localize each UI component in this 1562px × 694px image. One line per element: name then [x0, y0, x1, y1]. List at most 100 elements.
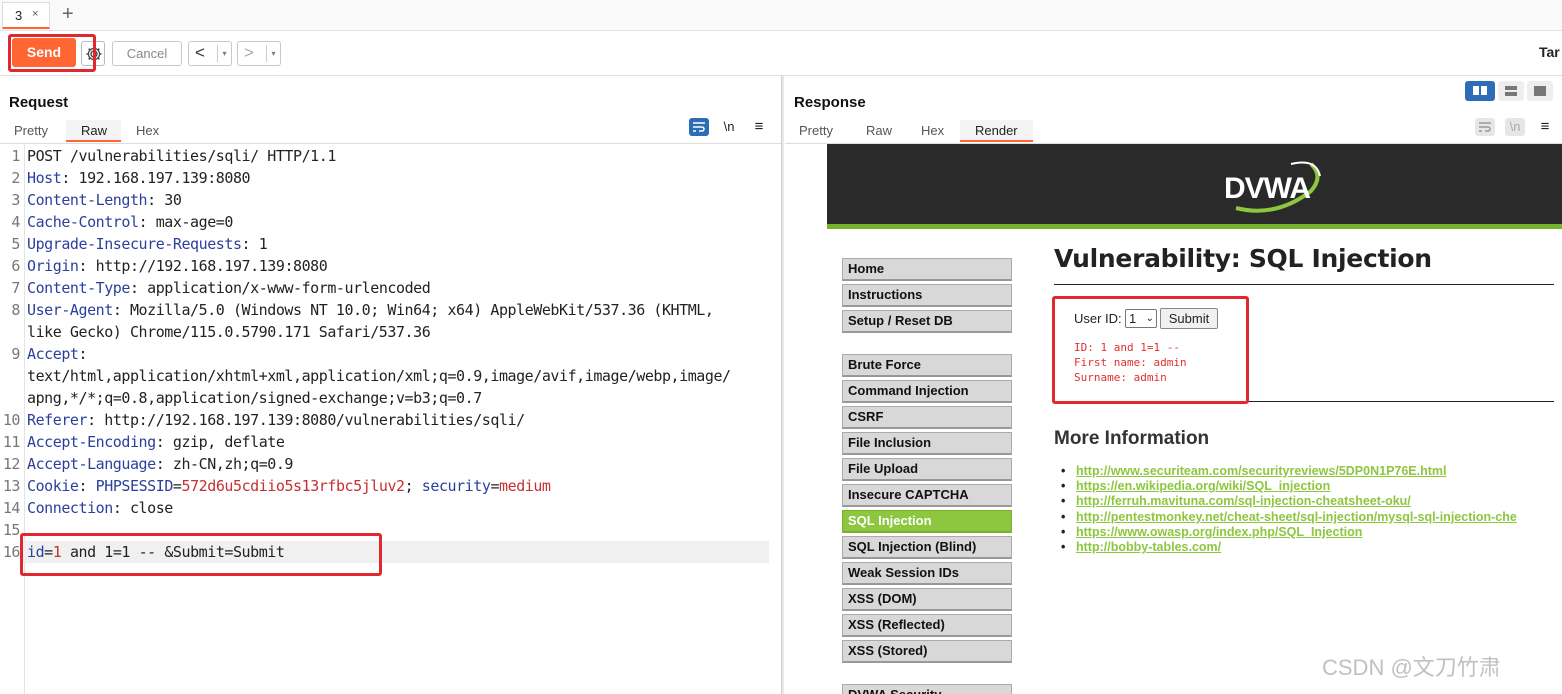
forward-arrow-icon: >	[244, 43, 254, 62]
code-token: :	[78, 477, 96, 495]
menu-item-dvwa-security[interactable]: DVWA Security	[842, 684, 1012, 694]
menu-item-command-injection[interactable]: Command Injection	[842, 380, 1012, 403]
code-token: Cache-Control	[27, 213, 139, 231]
code-line[interactable]: 15	[0, 519, 781, 541]
new-tab-button[interactable]: +	[62, 3, 74, 26]
submit-button[interactable]: Submit	[1160, 308, 1218, 329]
tab-3[interactable]: 3 ×	[2, 2, 50, 29]
code-token: POST /vulnerabilities/sqli/ HTTP/1.1	[27, 147, 336, 165]
dvwa-header: DVWA	[827, 144, 1562, 229]
menu-item-setup-reset-db[interactable]: Setup / Reset DB	[842, 310, 1012, 333]
menu-icon[interactable]: ≡	[749, 118, 769, 136]
menu-item-brute-force[interactable]: Brute Force	[842, 354, 1012, 377]
line-number: 15	[2, 521, 21, 539]
send-button[interactable]: Send	[12, 38, 76, 67]
tab-render[interactable]: Render	[960, 120, 1033, 142]
line-text: apng,*/*;q=0.8,application/signed-exchan…	[27, 387, 482, 409]
tab-pretty[interactable]: Pretty	[799, 120, 833, 142]
tab-raw[interactable]: Raw	[866, 120, 892, 142]
code-line[interactable]: 5 Upgrade-Insecure-Requests: 1	[0, 233, 781, 255]
code-token: =	[172, 477, 182, 495]
code-line[interactable]: 14 Connection: close	[0, 497, 781, 519]
menu-item-home[interactable]: Home	[842, 258, 1012, 281]
line-number: 5	[11, 235, 20, 253]
line-text: Origin: http://192.168.197.139:8080	[27, 255, 328, 277]
pane-divider[interactable]	[781, 76, 784, 694]
reference-link[interactable]: http://ferruh.mavituna.com/sql-injection…	[1061, 494, 1411, 508]
close-icon[interactable]: ×	[32, 8, 38, 20]
reference-link[interactable]: http://www.securiteam.com/securityreview…	[1061, 464, 1446, 478]
response-title: Response	[794, 94, 866, 111]
code-line[interactable]: apng,*/*;q=0.8,application/signed-exchan…	[0, 387, 781, 409]
forward-dropdown-icon[interactable]: ▾	[266, 45, 280, 62]
code-token: 572d6u5cdiio5s13rfbc5jluv2	[181, 477, 406, 495]
back-dropdown-icon[interactable]: ▾	[217, 45, 231, 62]
line-number: 14	[2, 499, 21, 517]
layout-toggle	[1465, 81, 1555, 101]
code-token: :	[78, 345, 88, 363]
tab-hex[interactable]: Hex	[136, 120, 159, 142]
code-token: apng,*/*;q=0.8,application/signed-exchan…	[27, 389, 482, 407]
code-line[interactable]: 8 User-Agent: Mozilla/5.0 (Windows NT 10.…	[0, 299, 781, 321]
reference-link[interactable]: https://www.owasp.org/index.php/SQL_Inje…	[1061, 525, 1362, 539]
tab-hex[interactable]: Hex	[921, 120, 944, 142]
code-line[interactable]: text/html,application/xhtml+xml,applicat…	[0, 365, 781, 387]
reference-link[interactable]: http://bobby-tables.com/	[1061, 540, 1221, 554]
request-title: Request	[9, 94, 69, 111]
reference-link[interactable]: https://en.wikipedia.org/wiki/SQL_inject…	[1061, 479, 1330, 493]
single-view-icon[interactable]	[1527, 81, 1553, 101]
code-line[interactable]: 9 Accept:	[0, 343, 781, 365]
code-token: medium	[499, 477, 551, 495]
code-line[interactable]: 11 Accept-Encoding: gzip, deflate	[0, 431, 781, 453]
menu-item-sql-injection[interactable]: SQL Injection	[842, 510, 1012, 533]
code-line[interactable]: 12 Accept-Language: zh-CN,zh;q=0.9	[0, 453, 781, 475]
menu-item-instructions[interactable]: Instructions	[842, 284, 1012, 307]
dvwa-logo: DVWA	[1224, 161, 1354, 219]
tab-raw[interactable]: Raw	[66, 120, 121, 142]
menu-item-sql-injection-blind[interactable]: SQL Injection (Blind)	[842, 536, 1012, 559]
menu-item-xss-stored[interactable]: XSS (Stored)	[842, 640, 1012, 663]
stacked-view-icon[interactable]	[1498, 81, 1524, 101]
code-token: : 30	[147, 191, 182, 209]
menu-item-weak-session-ids[interactable]: Weak Session IDs	[842, 562, 1012, 585]
menu-item-file-upload[interactable]: File Upload	[842, 458, 1012, 481]
settings-button[interactable]	[81, 41, 105, 66]
code-token: =	[490, 477, 500, 495]
code-line[interactable]: 16 id=1 and 1=1 -- &Submit=Submit	[3, 541, 769, 563]
code-line[interactable]: 13 Cookie: PHPSESSID=572d6u5cdiio5s13rfbc…	[0, 475, 781, 497]
menu-item-csrf[interactable]: CSRF	[842, 406, 1012, 429]
code-token: : 1	[241, 235, 268, 253]
tab-pretty[interactable]: Pretty	[14, 120, 48, 142]
code-token: : zh-CN,zh;q=0.9	[155, 455, 294, 473]
code-line[interactable]: 1 POST /vulnerabilities/sqli/ HTTP/1.1	[0, 145, 781, 167]
forward-button[interactable]: > ▾	[237, 41, 281, 66]
wrap-icon	[1475, 118, 1495, 136]
code-line[interactable]: 2 Host: 192.168.197.139:8080	[0, 167, 781, 189]
reference-link[interactable]: http://pentestmonkey.net/cheat-sheet/sql…	[1061, 510, 1517, 524]
cancel-button[interactable]: Cancel	[112, 41, 182, 66]
line-number: 1	[11, 147, 20, 165]
code-line[interactable]: 7 Content-Type: application/x-www-form-ur…	[0, 277, 781, 299]
code-line[interactable]: 3 Content-Length: 30	[0, 189, 781, 211]
split-view-icon[interactable]	[1465, 81, 1495, 101]
user-id-select[interactable]: 1 ⌄	[1125, 309, 1157, 328]
newline-icon[interactable]: \n	[719, 118, 739, 136]
target-label: Tar	[1539, 44, 1560, 60]
menu-item-xss-dom[interactable]: XSS (DOM)	[842, 588, 1012, 611]
wrap-icon[interactable]	[689, 118, 709, 136]
menu-icon[interactable]: ≡	[1535, 118, 1555, 136]
menu-item-xss-reflected[interactable]: XSS (Reflected)	[842, 614, 1012, 637]
rendered-response[interactable]: DVWA Home Instructions Setup / Reset DB Bru…	[785, 143, 1562, 694]
request-editor[interactable]: 1 POST /vulnerabilities/sqli/ HTTP/1.1 2 Ho…	[0, 143, 781, 694]
code-line[interactable]: like Gecko) Chrome/115.0.5790.171 Safari…	[0, 321, 781, 343]
code-line[interactable]: 4 Cache-Control: max-age=0	[0, 211, 781, 233]
code-line[interactable]: 10 Referer: http://192.168.197.139:8080/v…	[0, 409, 781, 431]
code-token: ;	[404, 477, 422, 495]
code-line[interactable]: 6 Origin: http://192.168.197.139:8080	[0, 255, 781, 277]
menu-item-insecure-captcha[interactable]: Insecure CAPTCHA	[842, 484, 1012, 507]
sqli-form: User ID: 1 ⌄ Submit ID: 1 and 1=1 -- Fir…	[1054, 284, 1554, 402]
menu-item-file-inclusion[interactable]: File Inclusion	[842, 432, 1012, 455]
back-button[interactable]: < ▾	[188, 41, 232, 66]
line-text: Connection: close	[27, 497, 173, 519]
line-text: Cookie: PHPSESSID=572d6u5cdiio5s13rfbc5j…	[27, 475, 551, 497]
